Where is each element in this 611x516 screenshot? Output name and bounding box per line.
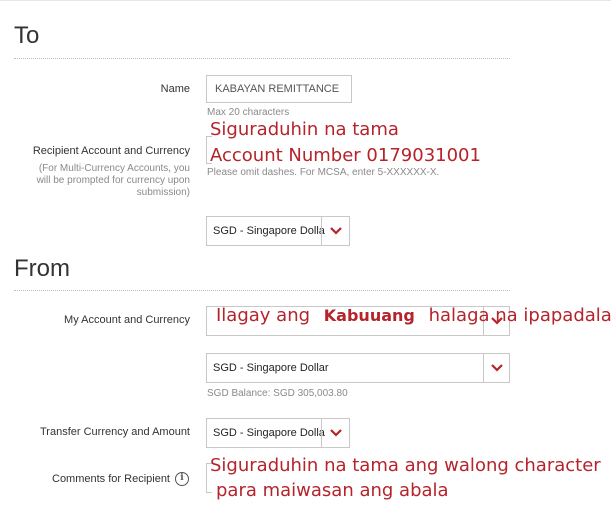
chevron-down-icon [321, 419, 349, 447]
overlay-comments-2: para maiwasan ang abala [216, 480, 449, 501]
transfer-currency-value: SGD - Singapore Dollar [213, 427, 325, 439]
recipient-sublabel-2: will be prompted for currency upon [36, 175, 190, 186]
info-icon[interactable]: i [175, 472, 189, 486]
recipient-sublabel-3: submission) [136, 187, 190, 198]
overlay-check-account-2: Account Number 0179031001 [210, 145, 481, 166]
from-section-title: From [14, 255, 70, 282]
recipient-account-label: Recipient Account and Currency [32, 145, 190, 157]
account-currency-select[interactable]: SGD - Singapore Dollar [206, 353, 510, 383]
balance-text: SGD Balance: SGD 305,003.80 [207, 388, 348, 399]
to-section-divider [14, 58, 510, 59]
my-account-label: My Account and Currency [64, 314, 190, 326]
account-currency-value: SGD - Singapore Dollar [213, 362, 329, 374]
recipient-name-input[interactable] [206, 75, 352, 103]
chevron-down-icon [483, 354, 509, 382]
name-label: Name [160, 83, 190, 95]
name-hint: Max 20 characters [207, 107, 290, 118]
overlay-total-amount-bold: Kabuuang [323, 306, 415, 325]
overlay-total-amount-1: Ilagay ang [216, 305, 311, 326]
to-section-title: To [14, 22, 40, 49]
top-divider [0, 0, 611, 1]
chevron-down-icon [321, 217, 349, 245]
overlay-comments-1: Siguraduhin na tama ang walong character [210, 455, 601, 476]
comments-label: Comments for Recipient [52, 473, 170, 485]
recipient-currency-select[interactable]: SGD - Singapore Dollar [206, 216, 350, 246]
transfer-currency-select[interactable]: SGD - Singapore Dollar [206, 418, 350, 448]
overlay-total-amount: Ilagay ang Kabuuang halaga na ipapadala [216, 305, 611, 326]
from-section-divider [14, 290, 510, 291]
recipient-currency-value: SGD - Singapore Dollar [213, 225, 325, 237]
overlay-total-amount-2: halaga na ipapadala [428, 305, 611, 326]
account-hint: Please omit dashes. For MCSA, enter 5-XX… [207, 167, 440, 178]
transfer-currency-label: Transfer Currency and Amount [40, 426, 190, 438]
overlay-check-account-1: Siguraduhin na tama [210, 119, 399, 140]
recipient-sublabel-1: (For Multi-Currency Accounts, you [38, 163, 190, 174]
